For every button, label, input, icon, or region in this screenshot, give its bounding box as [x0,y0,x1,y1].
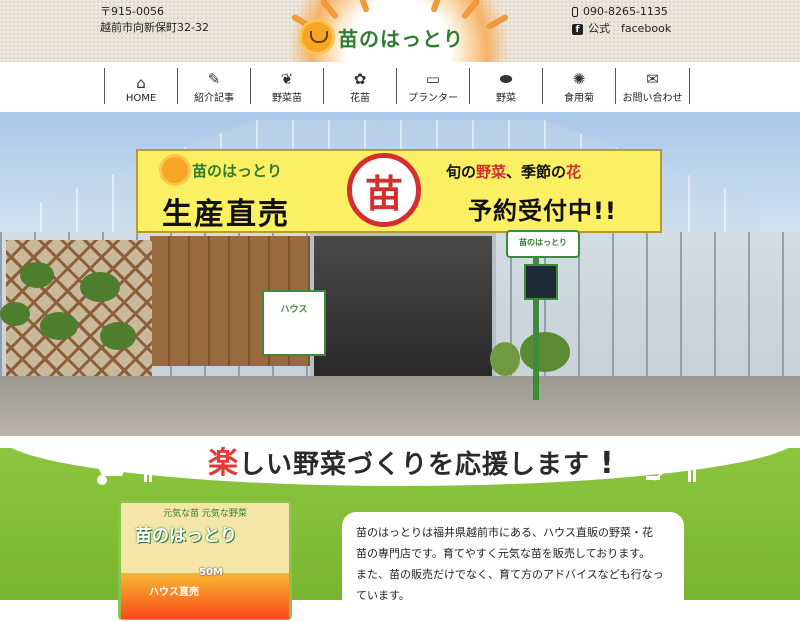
nav-item-vegetables[interactable]: ⬬ 野菜 [469,68,542,104]
flower-icon: ✿ [353,70,367,88]
description-card: 苗のはっとりは福井県越前市にある、ハウス直販の野菜・花 苗の専門店です。育てやす… [342,512,684,622]
banner-sub-flowers: 花 [566,163,582,181]
main-navigation: ⌂ HOME ✎ 紹介記事 ❦ 野菜苗 ✿ 花苗 ▭ プランター ⬬ 野菜 ✺ … [0,62,800,113]
banner-reservation: 予約受付中!! [468,197,617,225]
nav-item-edible-chrysanthemum[interactable]: ✺ 食用菊 [542,68,615,104]
emblem-text: 苗 [364,171,403,216]
nav-label: お問い合わせ [622,93,683,104]
description-line: ています。 [356,589,410,602]
site-header: 〒915-0056 越前市向新保町32-32 苗のはっとり 090-8265-1… [0,0,800,62]
banner-sub-part: 、季節の [506,163,567,181]
hanging-plant [100,322,136,350]
facebook-link[interactable]: facebook [621,21,671,37]
street-address: 越前市向新保町32-32 [100,21,209,34]
tagline-exclamation: ! [600,446,615,481]
hero-banner: 苗のはっとり 生産直売 苗 旬の野菜、季節の花 予約受付中!! [136,149,662,233]
hanging-plant [80,272,120,302]
nav-label: 花苗 [350,93,370,104]
sun-face-icon [302,22,332,52]
logo-text: 苗のはっとり [338,26,464,51]
sprout-icon: ❦ [280,70,294,88]
tagline-text: しい野菜づくりを応援します [239,450,591,480]
banner-logo: 苗のはっとり [162,157,282,183]
nav-label: 食用菊 [564,93,594,104]
package-title: 苗のはっとり [135,526,237,546]
hanging-plant [0,302,30,326]
potted-plant [520,332,570,372]
nav-item-vegetable-seedlings[interactable]: ❦ 野菜苗 [250,68,323,104]
nav-label: 野菜 [496,93,516,104]
facebook-row[interactable]: f 公式 facebook [572,21,671,37]
hanging-plant [40,312,78,340]
farmer-with-rake-illustration [646,437,697,482]
planter-icon: ▭ [425,70,441,88]
banner-sub-vegetables: 野菜 [476,163,507,181]
banner-seedling-emblem: 苗 [347,153,421,227]
mail-icon: ✉ [646,70,659,88]
tagline-highlight: 楽 [208,446,239,481]
description-line: また、苗の販売だけでなく、育て方のアドバイスなども行なっ [356,568,664,581]
site-logo[interactable]: 苗のはっとり [302,22,464,52]
facebook-icon: f [572,23,583,35]
post-sign: 苗のはっとり [506,230,580,258]
nav-label: HOME [125,93,157,104]
chrysanthemum-icon: ✺ [572,70,586,88]
nav-item-articles[interactable]: ✎ 紹介記事 [177,68,250,104]
postal-code: 〒915-0056 [100,5,164,18]
phone-number[interactable]: 090-8265-1135 [583,4,668,20]
house-sign-text: ハウス [280,305,308,315]
ground [0,376,800,436]
intro-section: 楽しい野菜づくりを応援します! 元気な苗 元気な野菜 苗のはっとり 50M ハウ… [0,436,800,622]
logo-area[interactable]: 苗のはっとり [238,0,562,62]
house-sign: ハウス [262,290,326,356]
nav-label: プランター [408,93,458,104]
nav-label: 紹介記事 [194,93,234,104]
nav-item-contact[interactable]: ✉ お問い合わせ [615,68,690,104]
sun-face-icon [162,157,188,183]
address-block: 〒915-0056 越前市向新保町32-32 [100,4,209,36]
description-line: 苗の専門店です。育てやすく元気な苗を販売しております。 [356,547,651,560]
home-icon: ⌂ [136,74,146,92]
hanging-plant [20,262,54,288]
nav-item-planter[interactable]: ▭ プランター [396,68,469,104]
package-band [121,573,289,619]
nav-item-flower-seedlings[interactable]: ✿ 花苗 [323,68,396,104]
phone-row[interactable]: 090-8265-1135 [572,4,671,20]
package-size: 50M [199,567,223,578]
nav-item-home[interactable]: ⌂ HOME [104,68,177,104]
facebook-prefix[interactable]: 公式 [588,21,610,37]
eggplant-icon: ⬬ [499,70,513,88]
description-line: 苗のはっとりは福井県越前市にある、ハウス直販の野菜・花 [356,526,653,539]
banner-subheading: 旬の野菜、季節の花 [446,161,581,182]
package-image: 元気な苗 元気な野菜 苗のはっとり 50M ハウス直売 [118,500,292,620]
package-label: ハウス直売 [149,587,199,598]
nav-label: 野菜苗 [272,93,302,104]
contact-block: 090-8265-1135 f 公式 facebook [572,4,671,38]
tagline: 楽しい野菜づくりを応援します! [208,438,615,482]
phone-icon [572,7,578,17]
mailbox [524,264,558,300]
potted-plant [490,342,520,376]
pencil-icon: ✎ [207,70,221,88]
banner-logo-text: 苗のはっとり [192,161,283,180]
hero-photo: ハウス 苗のはっとり 生産直売 苗 旬の野菜、季節の花 予約受付中!! 苗のはっ… [0,112,800,436]
banner-headline: 生産直売 [162,197,290,232]
farmer-with-wheelbarrow-illustration [96,437,153,485]
banner-sub-part: 旬の [446,163,477,181]
